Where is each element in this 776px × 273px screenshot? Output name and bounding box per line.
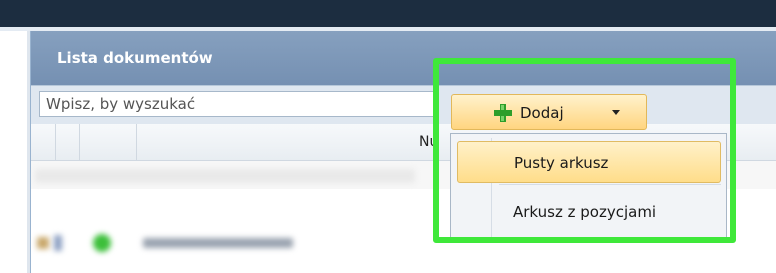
blurred-icon: [54, 235, 62, 251]
app-topbar: [0, 0, 776, 27]
blurred-cell: [143, 238, 293, 248]
blurred-icon: [37, 237, 49, 249]
grid-column-separator: [55, 124, 56, 160]
highlight-box: [433, 58, 736, 243]
panel-title: Lista dokumentów: [57, 49, 213, 67]
left-strip: [0, 31, 30, 273]
status-icon: [93, 234, 111, 252]
grid-column-separator: [136, 124, 137, 160]
grid-column-separator: [79, 124, 80, 160]
blurred-cell: [35, 169, 415, 183]
search-input[interactable]: [39, 91, 437, 117]
